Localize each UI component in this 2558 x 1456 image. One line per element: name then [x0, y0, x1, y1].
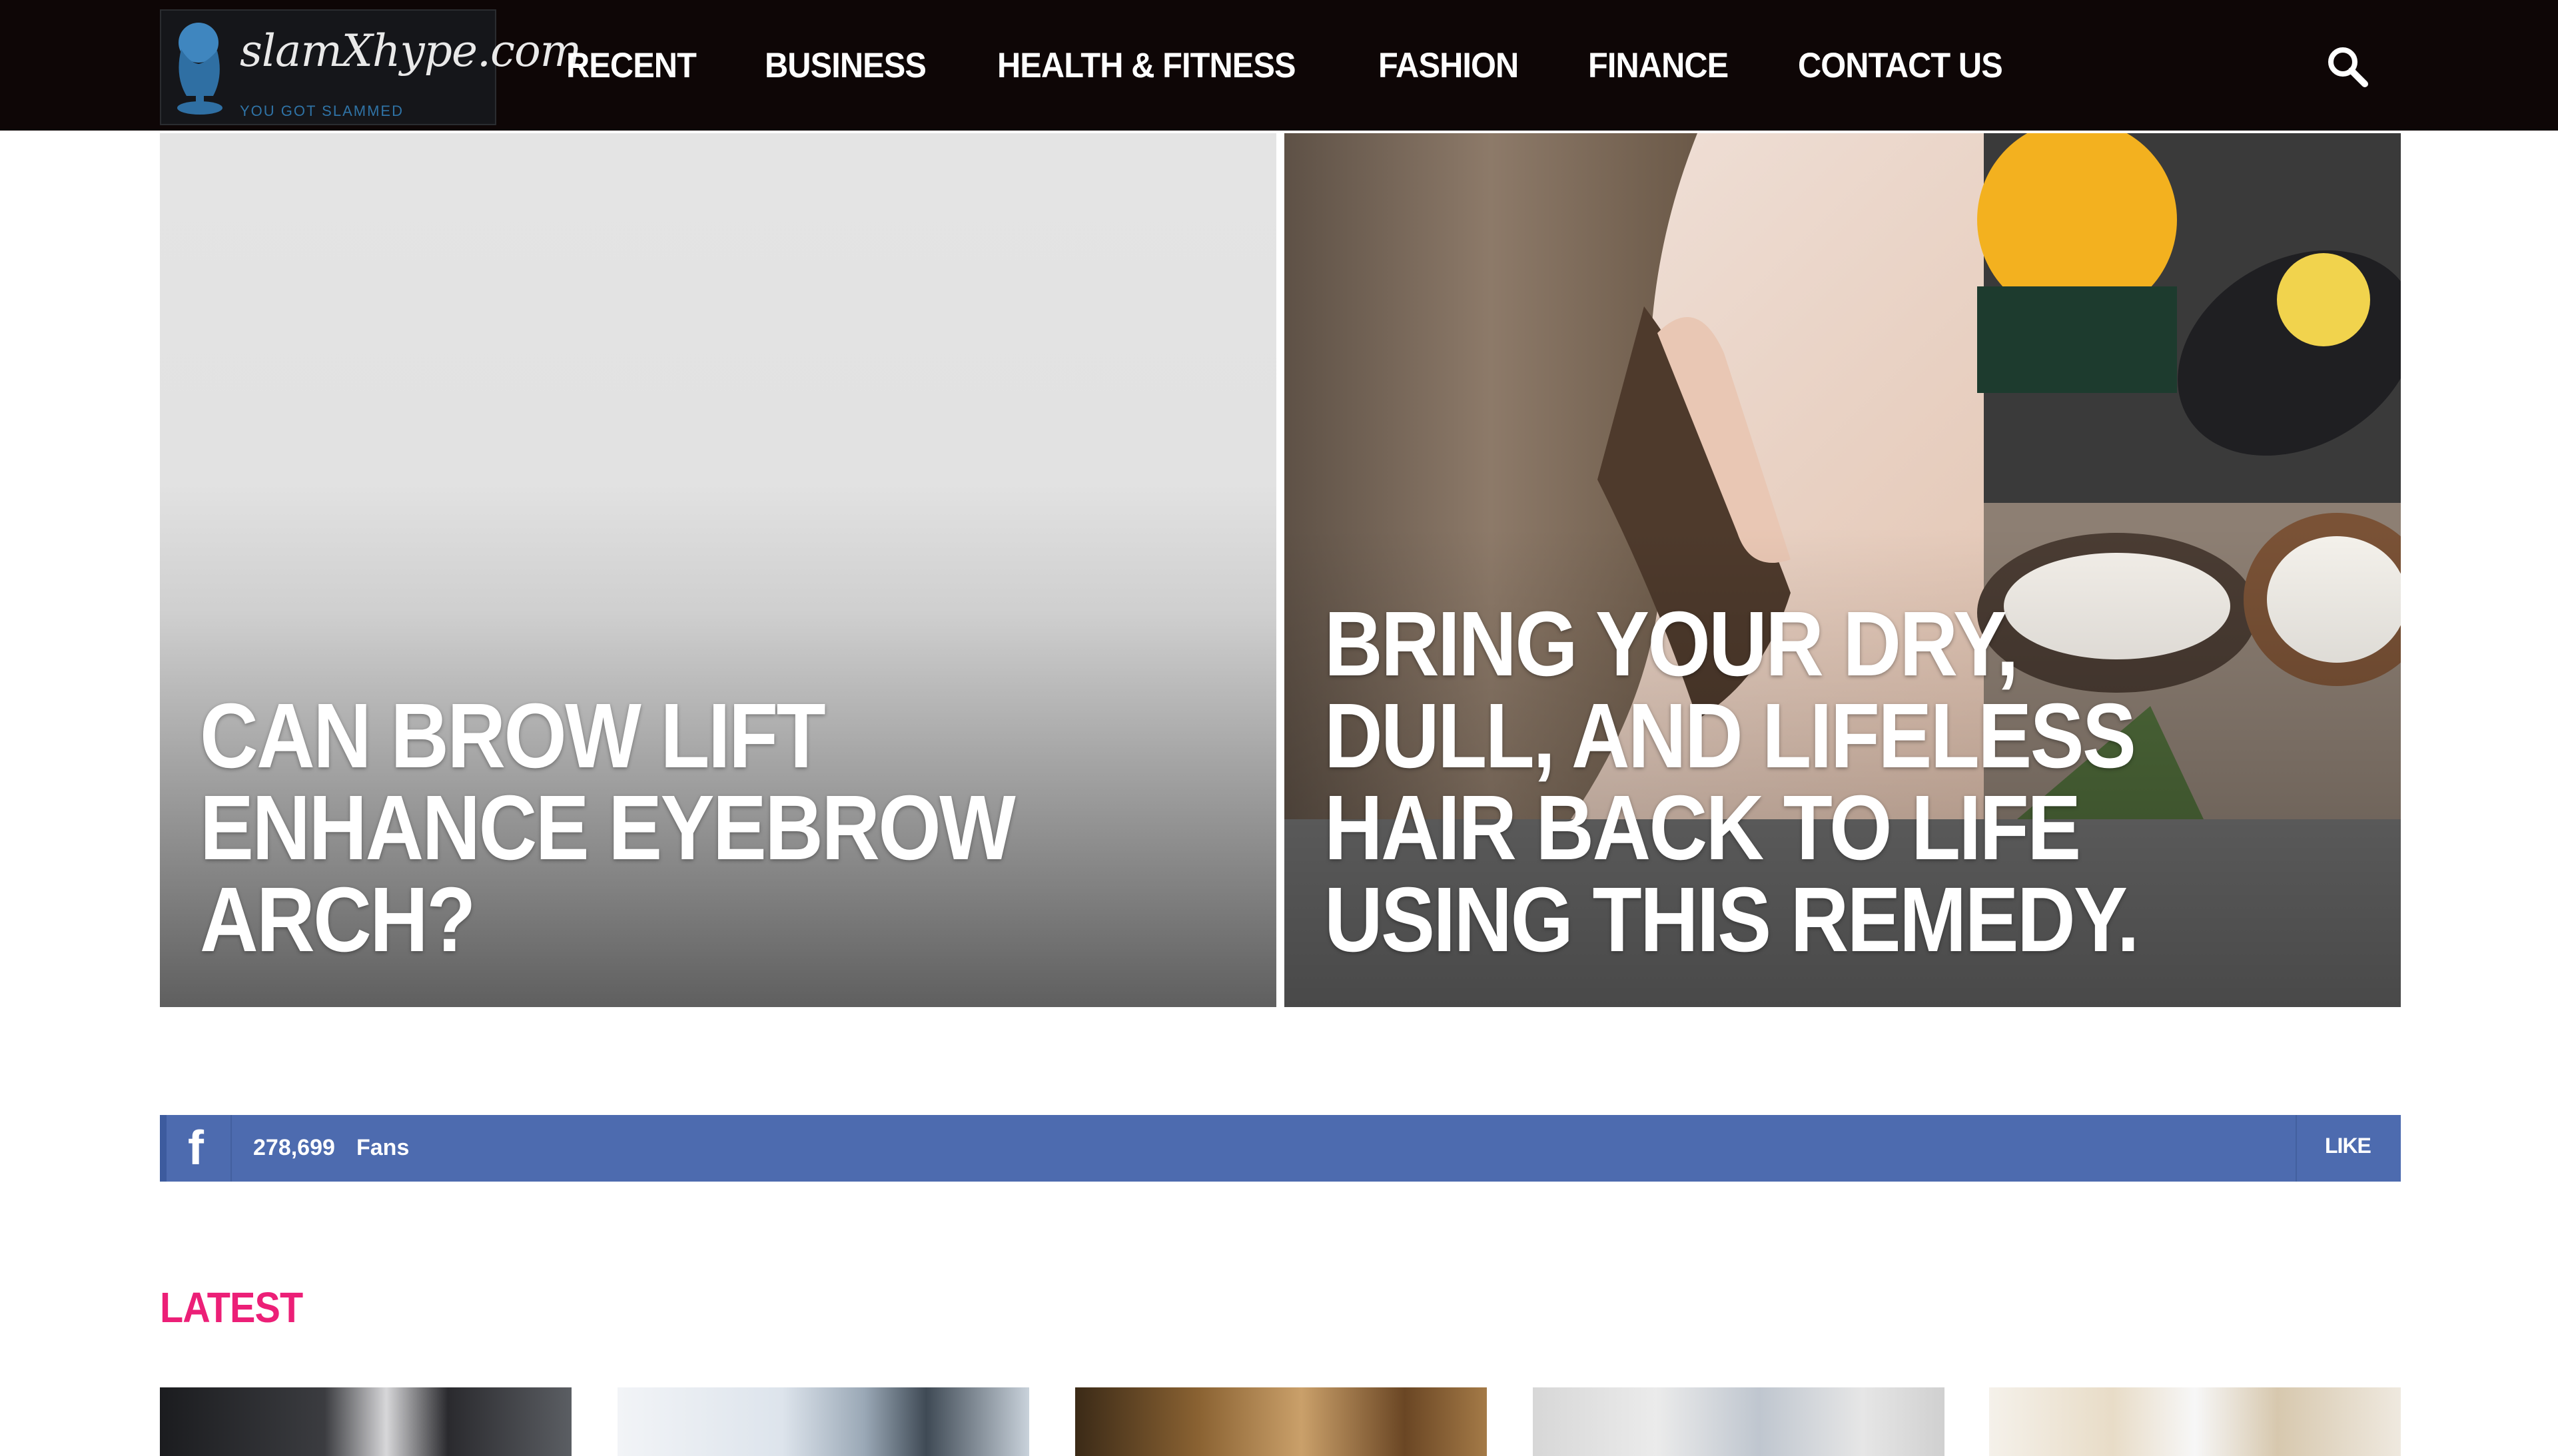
logo-tagline: YOU GOT SLAMMED [240, 103, 404, 119]
nav-health-fitness[interactable]: HEALTH & FITNESS [997, 45, 1296, 86]
divider [230, 1115, 232, 1182]
fan-count: 278,699 [253, 1135, 335, 1160]
latest-post-thumbnail[interactable] [1075, 1387, 1487, 1456]
facebook-icon: f [188, 1122, 204, 1175]
latest-posts-row [160, 1387, 2401, 1456]
latest-section-heading: LATEST [160, 1283, 303, 1331]
featured-post-title[interactable]: CAN BROW LIFT ENHANCE EYEBROW ARCH? [200, 690, 1114, 966]
featured-post-title[interactable]: BRING YOUR DRY, DULL, AND LIFELESS HAIR … [1324, 598, 2239, 966]
top-navigation-bar: slamXhype.com YOU GOT SLAMMED RECENT BUS… [0, 0, 2558, 131]
facebook-fans-bar: f 278,699 Fans LIKE [160, 1115, 2401, 1182]
latest-post-thumbnail[interactable] [618, 1387, 1029, 1456]
featured-post-brow-lift[interactable]: CAN BROW LIFT ENHANCE EYEBROW ARCH? [160, 133, 1276, 1007]
latest-post-thumbnail[interactable] [1989, 1387, 2401, 1456]
nav-contact-us[interactable]: CONTACT US [1798, 45, 2003, 86]
featured-post-hair-remedy[interactable]: BRING YOUR DRY, DULL, AND LIFELESS HAIR … [1284, 133, 2401, 1007]
logo-silhouette-icon [177, 23, 222, 115]
latest-post-thumbnail[interactable] [1533, 1387, 1944, 1456]
facebook-like-button[interactable]: LIKE [2325, 1134, 2371, 1158]
divider [2296, 1115, 2297, 1182]
nav-finance[interactable]: FINANCE [1588, 45, 1729, 86]
nav-fashion[interactable]: FASHION [1378, 45, 1519, 86]
search-icon[interactable] [2325, 44, 2371, 91]
main-menu: RECENT BUSINESS HEALTH & FITNESS FASHION… [566, 0, 2077, 131]
latest-post-thumbnail[interactable] [160, 1387, 572, 1456]
nav-business[interactable]: BUSINESS [765, 45, 927, 86]
nav-recent[interactable]: RECENT [566, 45, 697, 86]
fan-label: Fans [356, 1135, 410, 1160]
site-logo[interactable]: slamXhype.com YOU GOT SLAMMED [160, 9, 582, 125]
logo-wordmark: slamXhype.com [240, 25, 582, 77]
